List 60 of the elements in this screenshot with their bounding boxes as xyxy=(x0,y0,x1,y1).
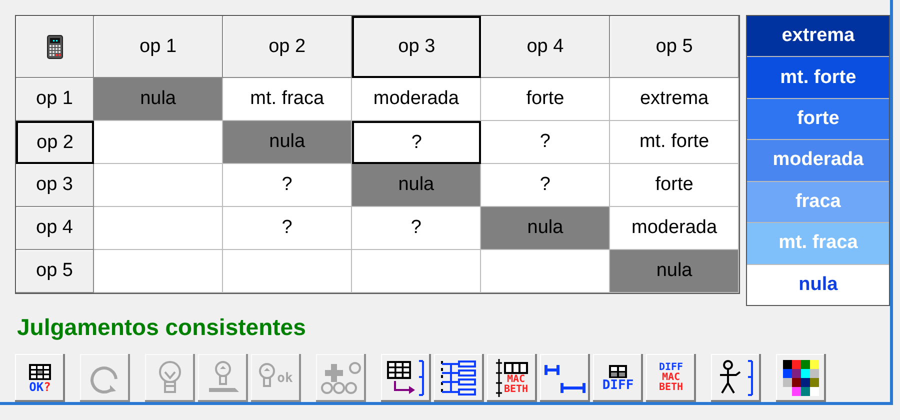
table-cell[interactable]: moderada xyxy=(352,78,482,121)
column-header[interactable]: op 1 xyxy=(94,16,224,78)
table-cell[interactable]: ? xyxy=(481,164,610,207)
toolbar-button[interactable] xyxy=(711,354,761,402)
calculator-button[interactable] xyxy=(16,16,94,78)
table-cell[interactable]: forte xyxy=(610,164,740,207)
grid-icon xyxy=(29,364,51,380)
table-cell[interactable]: ? xyxy=(352,207,482,250)
columns-icon xyxy=(504,362,528,374)
grid-arrow-icon xyxy=(385,359,427,397)
row-header[interactable]: op 1 xyxy=(16,78,94,121)
row-header[interactable]: op 4 xyxy=(16,207,94,250)
status-message: Julgamentos consistentes xyxy=(17,314,307,342)
table-cell[interactable]: nula xyxy=(94,78,224,121)
grid-icon xyxy=(609,364,627,378)
toolbar-button[interactable] xyxy=(381,354,431,402)
table-cell[interactable]: ? xyxy=(223,164,352,207)
row-header[interactable]: op 3 xyxy=(16,164,94,207)
calculator-icon xyxy=(46,34,62,58)
tree-icon xyxy=(439,359,479,397)
table-cell[interactable]: nula xyxy=(223,121,352,164)
lightbulb-icon xyxy=(157,360,183,396)
table-cell[interactable]: extrema xyxy=(610,78,740,121)
column-header[interactable]: op 2 xyxy=(223,16,352,78)
table-cell[interactable]: ? xyxy=(352,121,482,164)
table-cell[interactable]: mt. fraca xyxy=(223,78,352,121)
scale-level-button[interactable]: forte xyxy=(747,98,889,140)
table-cell[interactable]: ? xyxy=(481,121,610,164)
toolbar-button[interactable]: OK? xyxy=(15,354,65,402)
column-header[interactable]: op 4 xyxy=(481,16,610,78)
plus-bulbs-icon xyxy=(321,360,361,396)
table-cell[interactable]: nula xyxy=(610,250,740,293)
toolbar-button[interactable] xyxy=(434,354,484,402)
toolbar-button[interactable]: DIFF MAC BETH xyxy=(646,354,696,402)
table-cell[interactable] xyxy=(352,250,482,293)
table-cell[interactable]: mt. forte xyxy=(610,121,740,164)
column-header[interactable]: op 3 xyxy=(352,16,482,78)
row-header[interactable]: op 2 xyxy=(16,121,94,164)
column-header[interactable]: op 5 xyxy=(610,16,740,78)
scale-level-button[interactable]: extrema xyxy=(747,16,889,58)
table-cell[interactable]: ? xyxy=(223,207,352,250)
scale-axis-icon xyxy=(496,359,502,397)
table-cell[interactable]: nula xyxy=(481,207,610,250)
table-cell[interactable]: moderada xyxy=(610,207,740,250)
table-cell[interactable] xyxy=(94,164,224,207)
toolbar-button[interactable] xyxy=(540,354,590,402)
table-cell[interactable] xyxy=(94,207,224,250)
table-cell[interactable]: forte xyxy=(481,78,610,121)
row-header[interactable]: op 5 xyxy=(16,250,94,293)
table-cell[interactable] xyxy=(94,121,224,164)
color-palette-icon xyxy=(783,360,819,396)
table-cell[interactable] xyxy=(481,250,610,293)
toolbar-button[interactable] xyxy=(776,354,826,402)
scale-level-button[interactable]: nula xyxy=(747,264,889,305)
scale-level-button[interactable]: mt. forte xyxy=(747,57,889,99)
table-cell[interactable] xyxy=(94,250,224,293)
table-cell[interactable]: nula xyxy=(352,164,482,207)
table-cell[interactable] xyxy=(223,250,352,293)
toolbar-button[interactable]: DIFF xyxy=(593,354,643,402)
scale-level-button[interactable]: moderada xyxy=(747,140,889,182)
